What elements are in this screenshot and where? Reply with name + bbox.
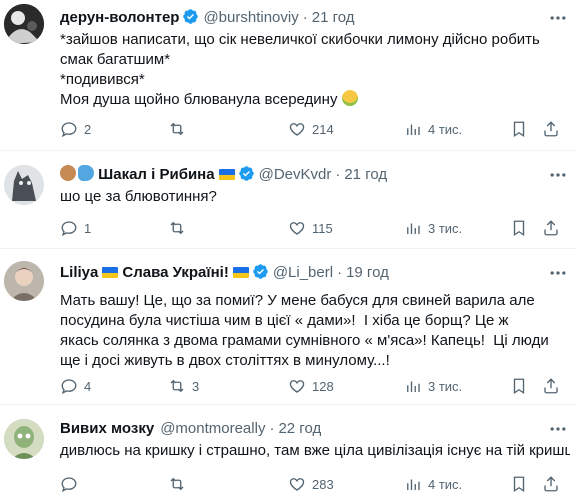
ukraine-flag-icon bbox=[232, 267, 249, 278]
tweet-text: Мать вашу! Це, що за помиї? У мене бабус… bbox=[60, 292, 553, 369]
like-icon bbox=[289, 222, 305, 235]
views-button[interactable]: 4 тис. bbox=[404, 475, 462, 495]
avatar[interactable] bbox=[4, 4, 44, 44]
display-name-slogan[interactable]: Слава Україні! bbox=[122, 264, 228, 281]
views-icon bbox=[407, 223, 420, 234]
verified-icon bbox=[238, 166, 254, 181]
tweet[interactable]: Liliya Слава Україні! @Li_berl · 19 год Мать… bbox=[0, 249, 576, 401]
tweet[interactable]: дерун-волонтер @burshtinoviy · 21 год *зайш… bbox=[0, 0, 576, 148]
separator-dot: · bbox=[337, 264, 343, 281]
views-button[interactable]: 3 тис. bbox=[404, 219, 462, 239]
verified-icon bbox=[183, 9, 199, 24]
views-icon bbox=[407, 479, 420, 490]
share-icon bbox=[544, 121, 558, 137]
retweet-icon bbox=[170, 379, 184, 393]
display-name[interactable]: дерун-волонтер bbox=[60, 9, 179, 26]
more-icon[interactable] bbox=[548, 8, 568, 28]
like-button[interactable]: 283 bbox=[288, 475, 334, 495]
like-button[interactable]: 128 bbox=[288, 377, 334, 397]
bookmark-icon bbox=[513, 476, 525, 493]
more-icon[interactable] bbox=[548, 419, 568, 439]
timestamp[interactable]: 19 год bbox=[346, 264, 389, 281]
handle[interactable]: @DevKvdr bbox=[259, 166, 332, 183]
retweet-icon bbox=[170, 122, 184, 136]
reply-button[interactable] bbox=[60, 475, 84, 495]
tweet-text: дивлюсь на кришку і страшно, там вже ціл… bbox=[60, 442, 570, 459]
display-name[interactable]: Liliya bbox=[60, 264, 98, 281]
tweet-text: шо це за блювотиння? bbox=[60, 188, 217, 205]
more-icon[interactable] bbox=[548, 165, 568, 185]
reply-button[interactable]: 1 bbox=[60, 219, 91, 239]
timestamp[interactable]: 21 год bbox=[344, 166, 387, 183]
face-emoji-icon bbox=[341, 90, 358, 106]
like-icon bbox=[289, 478, 305, 491]
separator-dot: · bbox=[269, 420, 275, 437]
views-icon bbox=[407, 381, 420, 392]
share-button[interactable] bbox=[542, 219, 560, 239]
retweet-icon bbox=[170, 221, 184, 235]
timestamp[interactable]: 21 год bbox=[312, 9, 355, 26]
bookmark-button[interactable] bbox=[510, 219, 528, 239]
display-name[interactable]: Шакал і Рибина bbox=[98, 166, 214, 183]
tweet[interactable]: Вивих мозку @montmoreally · 22 год дивлюсь … bbox=[0, 405, 576, 496]
like-icon bbox=[289, 380, 305, 393]
handle[interactable]: @Li_berl bbox=[273, 264, 333, 281]
reply-icon bbox=[61, 379, 77, 395]
like-button[interactable]: 214 bbox=[288, 120, 334, 140]
retweet-button[interactable]: 3 bbox=[168, 377, 199, 397]
dog-emoji-icon bbox=[60, 165, 76, 181]
avatar[interactable] bbox=[4, 419, 44, 459]
separator-dot: · bbox=[335, 166, 341, 183]
display-name[interactable]: Вивих мозку bbox=[60, 420, 154, 437]
share-icon bbox=[544, 220, 558, 236]
reply-icon bbox=[61, 122, 77, 138]
separator-dot: · bbox=[302, 9, 308, 26]
share-icon bbox=[544, 476, 558, 492]
reply-icon bbox=[61, 221, 77, 237]
like-button[interactable]: 115 bbox=[288, 219, 333, 239]
tweet-text: *зайшов написати, що сік невеличкої скиб… bbox=[60, 31, 540, 108]
retweet-button[interactable] bbox=[168, 475, 192, 495]
reply-button[interactable]: 4 bbox=[60, 377, 91, 397]
share-icon bbox=[544, 378, 558, 394]
handle[interactable]: @montmoreally bbox=[160, 420, 265, 437]
reply-button[interactable]: 2 bbox=[60, 120, 91, 140]
verified-icon bbox=[253, 264, 268, 279]
more-icon[interactable] bbox=[548, 263, 568, 283]
bookmark-icon bbox=[513, 378, 525, 395]
share-button[interactable] bbox=[542, 475, 560, 495]
reply-icon bbox=[61, 477, 77, 493]
tweet[interactable]: Шакал і Рибина @DevKvdr · 21 год шо це за б… bbox=[0, 151, 576, 247]
like-icon bbox=[289, 123, 305, 136]
retweet-button[interactable] bbox=[168, 120, 192, 140]
share-button[interactable] bbox=[542, 120, 560, 140]
bookmark-button[interactable] bbox=[510, 377, 528, 397]
avatar[interactable] bbox=[4, 165, 44, 205]
views-button[interactable]: 3 тис. bbox=[404, 377, 462, 397]
retweet-icon bbox=[170, 477, 184, 491]
timestamp[interactable]: 22 год bbox=[278, 420, 321, 437]
ukraine-flag-icon bbox=[218, 169, 235, 180]
handle[interactable]: @burshtinoviy bbox=[203, 9, 298, 26]
bookmark-button[interactable] bbox=[510, 120, 528, 140]
bookmark-icon bbox=[513, 121, 525, 138]
retweet-button[interactable] bbox=[168, 219, 192, 239]
views-button[interactable]: 4 тис. bbox=[404, 120, 462, 140]
ukraine-flag-icon bbox=[102, 267, 119, 278]
share-button[interactable] bbox=[542, 377, 560, 397]
views-icon bbox=[407, 124, 420, 135]
bookmark-button[interactable] bbox=[510, 475, 528, 495]
avatar[interactable] bbox=[4, 261, 44, 301]
bookmark-icon bbox=[513, 220, 525, 237]
fish-emoji-icon bbox=[78, 165, 94, 181]
